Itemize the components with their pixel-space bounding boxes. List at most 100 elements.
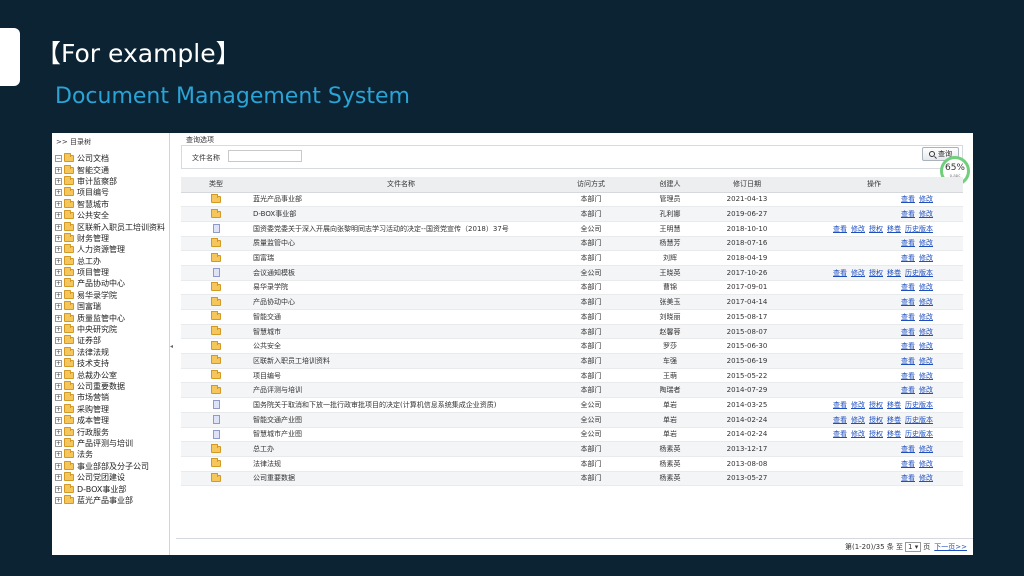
filename-cell[interactable]: 国务院关于取消和下放一批行政审批项目的决定(计算机信息系统集成企业资质) xyxy=(251,397,551,413)
action-link[interactable]: 查看 xyxy=(833,430,847,438)
expand-toggle-icon[interactable]: + xyxy=(55,280,62,288)
filename-cell[interactable]: 会议通知模板 xyxy=(251,265,551,281)
tree-item[interactable]: + 成本管理 xyxy=(55,415,169,426)
expand-toggle-icon[interactable]: + xyxy=(55,496,62,504)
expand-toggle-icon[interactable]: + xyxy=(55,428,62,436)
action-link[interactable]: 查看 xyxy=(901,254,915,262)
tree-item[interactable]: + 中央研究院 xyxy=(55,324,169,335)
action-link[interactable]: 授权 xyxy=(869,269,883,277)
tree-item[interactable]: + 法律法规 xyxy=(55,346,169,358)
expand-toggle-icon[interactable]: + xyxy=(55,485,62,493)
table-row[interactable]: 国富瑞 本部门 刘辉 2018-04-19 查看 修改 xyxy=(181,250,963,266)
action-link[interactable]: 查看 xyxy=(901,386,915,394)
action-link[interactable]: 查看 xyxy=(901,372,915,380)
action-link[interactable]: 修改 xyxy=(851,430,865,438)
expand-toggle-icon[interactable]: + xyxy=(55,360,62,368)
table-row[interactable]: 会议通知模板 全公司 王晓英 2017-10-26 查看 修改 授权 移卷 历史版本 xyxy=(181,265,963,281)
filename-cell[interactable]: 智能交通产业图 xyxy=(251,412,551,428)
tree-root[interactable]: − 公司文档 xyxy=(55,153,169,164)
expand-toggle-icon[interactable]: + xyxy=(55,291,62,299)
expand-toggle-icon[interactable]: + xyxy=(55,166,62,174)
expand-toggle-icon[interactable]: + xyxy=(55,394,62,402)
action-link[interactable]: 移卷 xyxy=(887,430,901,438)
action-link[interactable]: 历史版本 xyxy=(905,401,933,409)
tree-item[interactable]: + 质量监管中心 xyxy=(55,312,169,323)
table-row[interactable]: D-BOX事业部 本部门 孔利娜 2019-06-27 查看 修改 xyxy=(181,206,963,222)
expand-toggle-icon[interactable]: + xyxy=(55,451,62,459)
filename-cell[interactable]: 总工办 xyxy=(251,441,551,457)
action-link[interactable]: 移卷 xyxy=(887,225,901,233)
action-link[interactable]: 修改 xyxy=(919,474,933,482)
expand-toggle-icon[interactable]: + xyxy=(55,257,62,265)
table-row[interactable]: 智能交通 本部门 刘晓丽 2015-08-17 查看 修改 xyxy=(181,309,963,325)
table-row[interactable]: 产品协动中心 本部门 张美玉 2017-04-14 查看 修改 xyxy=(181,294,963,310)
action-link[interactable]: 授权 xyxy=(869,430,883,438)
tree-item[interactable]: + 项目管理 xyxy=(55,267,169,278)
table-row[interactable]: 智慧城市产业图 全公司 单岩 2014-02-24 查看 修改 授权 移卷 历史版本 xyxy=(181,427,963,443)
tree-item[interactable]: + D-BOX事业部 xyxy=(55,483,169,494)
filename-cell[interactable]: 智能交通 xyxy=(251,309,551,325)
action-link[interactable]: 修改 xyxy=(919,254,933,262)
tree-item[interactable]: + 技术支持 xyxy=(55,358,169,369)
page-select[interactable]: 1 ▾ xyxy=(905,542,922,552)
action-link[interactable]: 修改 xyxy=(919,210,933,218)
expand-toggle-icon[interactable]: + xyxy=(55,405,62,413)
expand-toggle-icon[interactable]: + xyxy=(55,200,62,208)
tree-item[interactable]: + 产品协动中心 xyxy=(55,278,169,289)
tree-item[interactable]: + 市场营销 xyxy=(55,392,169,403)
table-row[interactable]: 项目编号 本部门 王萌 2015-05-22 查看 修改 xyxy=(181,368,963,384)
action-link[interactable]: 授权 xyxy=(869,416,883,424)
action-link[interactable]: 历史版本 xyxy=(905,225,933,233)
table-row[interactable]: 国务院关于取消和下放一批行政审批项目的决定(计算机信息系统集成企业资质) 全公司单… xyxy=(181,397,963,413)
tree-item[interactable]: + 公司党团建设 xyxy=(55,472,169,483)
expand-toggle-icon[interactable]: + xyxy=(55,314,62,322)
expand-toggle-icon[interactable]: + xyxy=(55,234,62,242)
filename-cell[interactable]: 产品协动中心 xyxy=(251,294,551,310)
filename-cell[interactable]: D-BOX事业部 xyxy=(251,206,551,222)
expand-toggle-icon[interactable]: + xyxy=(55,337,62,345)
action-link[interactable]: 查看 xyxy=(901,283,915,291)
action-link[interactable]: 历史版本 xyxy=(905,269,933,277)
action-link[interactable]: 修改 xyxy=(919,313,933,321)
expand-toggle-icon[interactable]: + xyxy=(55,303,62,311)
expand-toggle-icon[interactable]: + xyxy=(55,371,62,379)
action-link[interactable]: 查看 xyxy=(901,298,915,306)
action-link[interactable]: 查看 xyxy=(833,225,847,233)
sidebar-collapse-handle[interactable]: ◂ xyxy=(170,343,174,350)
tree-item[interactable]: + 法务 xyxy=(55,449,169,460)
action-link[interactable]: 修改 xyxy=(919,298,933,306)
expand-toggle-icon[interactable]: + xyxy=(55,417,62,425)
action-link[interactable]: 修改 xyxy=(919,283,933,291)
tree-item[interactable]: + 人力资源管理 xyxy=(55,244,169,255)
action-link[interactable]: 历史版本 xyxy=(905,430,933,438)
tree-item[interactable]: + 证券部 xyxy=(55,335,169,346)
tree-item[interactable]: + 项目编号 xyxy=(55,187,169,198)
filename-cell[interactable]: 国富瑞 xyxy=(251,250,551,266)
action-link[interactable]: 授权 xyxy=(869,401,883,409)
filename-cell[interactable]: 区联新入职员工培训资料 xyxy=(251,353,551,369)
tree-item[interactable]: + 区联新入职员工培训资料 xyxy=(55,221,169,232)
filename-cell[interactable]: 质量监管中心 xyxy=(251,236,551,252)
action-link[interactable]: 修改 xyxy=(919,357,933,365)
expand-toggle-icon[interactable]: + xyxy=(55,189,62,197)
filename-cell[interactable]: 易华录学院 xyxy=(251,280,551,296)
action-link[interactable]: 修改 xyxy=(919,460,933,468)
table-row[interactable]: 法律法规 本部门 杨素英 2013-08-08 查看 修改 xyxy=(181,456,963,472)
tree-item[interactable]: + 事业部部及分子公司 xyxy=(55,460,169,472)
action-link[interactable]: 移卷 xyxy=(887,269,901,277)
table-row[interactable]: 智能交通产业图 全公司 单岩 2014-02-24 查看 修改 授权 移卷 历史版本 xyxy=(181,412,963,428)
table-row[interactable]: 产品评测与培训 本部门 陶瑞者 2014-07-29 查看 修改 xyxy=(181,382,963,399)
tree-item[interactable]: + 国富瑞 xyxy=(55,301,169,312)
tree-item[interactable]: + 审计监察部 xyxy=(55,175,169,187)
filename-cell[interactable]: 法律法规 xyxy=(251,456,551,472)
table-row[interactable]: 公司重要数据 本部门 杨素英 2013-05-27 查看 修改 xyxy=(181,471,963,487)
action-link[interactable]: 查看 xyxy=(833,416,847,424)
filename-cell[interactable]: 公共安全 xyxy=(251,338,551,355)
tree-item[interactable]: + 总裁办公室 xyxy=(55,369,169,380)
tree-item[interactable]: + 财务管理 xyxy=(55,232,169,244)
action-link[interactable]: 修改 xyxy=(919,372,933,380)
expand-toggle-icon[interactable]: + xyxy=(55,177,62,185)
filename-cell[interactable]: 智慧城市产业图 xyxy=(251,427,551,443)
table-row[interactable]: 公共安全 本部门 罗莎 2015-06-30 查看 修改 xyxy=(181,338,963,355)
action-link[interactable]: 查看 xyxy=(901,474,915,482)
